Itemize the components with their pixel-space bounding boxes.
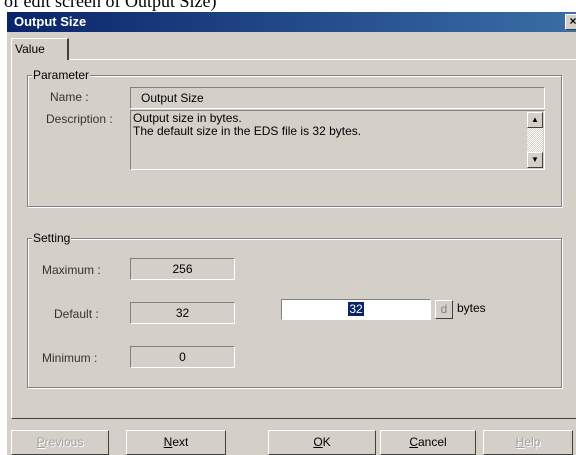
setting-legend: Setting (32, 231, 72, 245)
maximum-field: 256 (130, 258, 235, 280)
name-field: Output Size (130, 87, 545, 109)
default-field: 32 (130, 302, 235, 324)
scroll-down-icon[interactable]: ▼ (527, 152, 543, 168)
name-label: Name : (50, 90, 89, 104)
tab-panel-value: Parameter Name : Output Size Description… (11, 59, 576, 419)
dialog-title: Output Size (14, 14, 87, 29)
name-value: Output Size (141, 91, 204, 105)
minimum-value: 0 (179, 350, 186, 364)
close-icon[interactable]: × (565, 14, 576, 30)
tab-value[interactable]: Value (11, 38, 69, 60)
minimum-field: 0 (130, 346, 235, 368)
unit-label: bytes (457, 301, 486, 315)
output-size-input[interactable]: 32 (281, 299, 431, 320)
input-selected-text: 32 (348, 302, 364, 316)
minimum-label: Minimum : (42, 351, 98, 365)
parameter-group: Parameter Name : Output Size Description… (27, 68, 562, 207)
parameter-legend: Parameter (32, 68, 91, 82)
description-line-2: The default size in the EDS file is 32 b… (133, 124, 362, 138)
description-label: Description : (46, 112, 113, 126)
description-scrollbar[interactable]: ▲ ▼ (527, 112, 543, 168)
maximum-label: Maximum : (42, 263, 101, 277)
next-button[interactable]: Next (126, 430, 226, 455)
ok-button[interactable]: OK (268, 430, 376, 455)
scroll-up-icon[interactable]: ▲ (527, 112, 543, 128)
title-bar[interactable]: Output Size × (7, 12, 576, 32)
previous-button[interactable]: Previous (11, 430, 109, 455)
maximum-value: 256 (172, 262, 193, 276)
default-label: Default : (54, 307, 99, 321)
help-button[interactable]: Help (483, 430, 573, 455)
setting-group: Setting Maximum : 256 Default : 32 32 d … (27, 231, 562, 388)
default-value: 32 (175, 306, 190, 320)
radix-decimal-button[interactable]: d (435, 300, 453, 319)
output-size-dialog: Output Size × Value Parameter Name : Out… (6, 12, 576, 455)
page-caption: of edit screen of Output Size) (4, 0, 217, 11)
description-field: Output size in bytes. The default size i… (130, 110, 545, 170)
cancel-button[interactable]: Cancel (380, 430, 476, 455)
